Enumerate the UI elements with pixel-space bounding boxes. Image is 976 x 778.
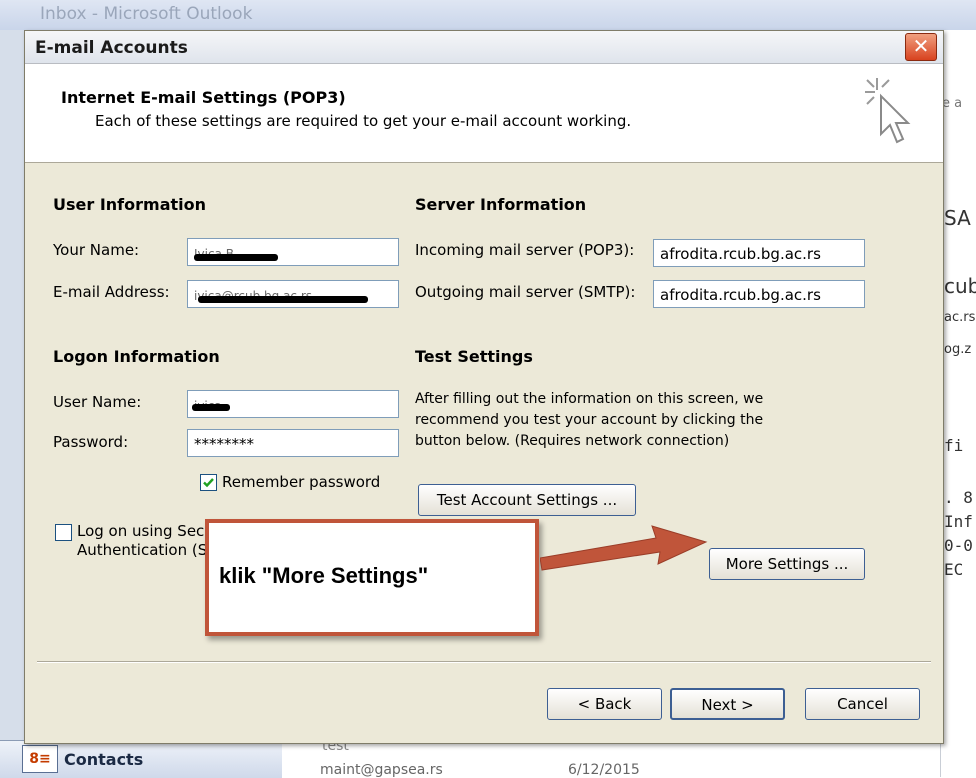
email-address-label: E-mail Address:: [53, 283, 170, 301]
remember-password-label: Remember password: [222, 473, 381, 491]
close-button[interactable]: ✕: [905, 33, 937, 61]
your-name-label: Your Name:: [53, 241, 140, 259]
reading-fragment: SA: [944, 206, 971, 230]
header-subtitle: Each of these settings are required to g…: [95, 112, 632, 130]
incoming-server-label: Incoming mail server (POP3):: [415, 241, 635, 259]
outgoing-server-field[interactable]: afrodita.rcub.bg.ac.rs: [653, 280, 865, 308]
cancel-button[interactable]: Cancel: [805, 688, 920, 720]
reading-fragment: . 8: [944, 488, 973, 507]
password-field[interactable]: ********: [187, 429, 399, 457]
test-account-settings-button[interactable]: Test Account Settings ...: [418, 484, 636, 516]
reading-fragment: EC: [944, 560, 964, 579]
redaction-mark: [194, 254, 278, 261]
dialog-title: E-mail Accounts: [35, 38, 188, 58]
reading-fragment: ac.rs: [944, 310, 976, 325]
dialog-header: Internet E-mail Settings (POP3) Each of …: [25, 64, 943, 163]
remember-password-checkbox[interactable]: [200, 474, 217, 491]
user-name-field[interactable]: ivica: [187, 390, 399, 418]
user-info-heading: User Information: [53, 195, 206, 214]
search-fragment: e a: [942, 96, 963, 111]
server-info-heading: Server Information: [415, 195, 587, 214]
test-settings-desc: button below. (Requires network connecti…: [415, 433, 730, 449]
user-name-label: User Name:: [53, 393, 142, 411]
header-title: Internet E-mail Settings (POP3): [61, 88, 346, 107]
logon-info-heading: Logon Information: [53, 347, 220, 366]
email-accounts-dialog: E-mail Accounts ✕ Internet E-mail Settin…: [24, 30, 944, 744]
back-button[interactable]: < Back: [547, 688, 662, 720]
reading-fragment: cub: [944, 274, 976, 298]
incoming-server-field[interactable]: afrodita.rcub.bg.ac.rs: [653, 239, 865, 267]
reading-fragment: 0-0: [944, 536, 973, 555]
more-settings-button[interactable]: More Settings ...: [709, 548, 865, 580]
reading-fragment: fi: [944, 436, 964, 455]
outlook-window-title: Inbox - Microsoft Outlook: [40, 4, 253, 24]
annotation-arrow-icon: [540, 525, 708, 571]
outlook-reading-pane: [940, 30, 976, 777]
test-settings-desc: recommend you test your account by click…: [415, 412, 764, 428]
dialog-separator: [37, 661, 931, 663]
next-button[interactable]: Next >: [670, 688, 785, 720]
message-date: 6/12/2015: [568, 762, 640, 778]
password-label: Password:: [53, 433, 129, 451]
annotation-text: klik "More Settings": [219, 563, 429, 588]
contacts-label: Contacts: [64, 750, 144, 769]
email-address-field[interactable]: ivica@rcub.bg.ac.rs: [187, 280, 399, 308]
reading-fragment: og.z: [944, 342, 972, 357]
checkmark-icon: [203, 478, 214, 488]
outlook-left-toolbar: [0, 30, 25, 777]
your-name-field[interactable]: Ivica B.: [187, 238, 399, 266]
cursor-sparkle-icon: [865, 78, 911, 144]
test-settings-desc: After filling out the information on thi…: [415, 391, 764, 407]
test-settings-heading: Test Settings: [415, 347, 533, 366]
contacts-icon: 8≡: [22, 745, 58, 773]
close-icon: ✕: [912, 34, 930, 58]
redaction-mark: [192, 404, 230, 411]
outgoing-server-label: Outgoing mail server (SMTP):: [415, 283, 636, 301]
redaction-mark: [198, 296, 368, 303]
message-list-item[interactable]: maint@gapsea.rs: [320, 762, 443, 778]
reading-fragment: Inf: [944, 512, 973, 531]
spa-checkbox[interactable]: [55, 524, 72, 541]
